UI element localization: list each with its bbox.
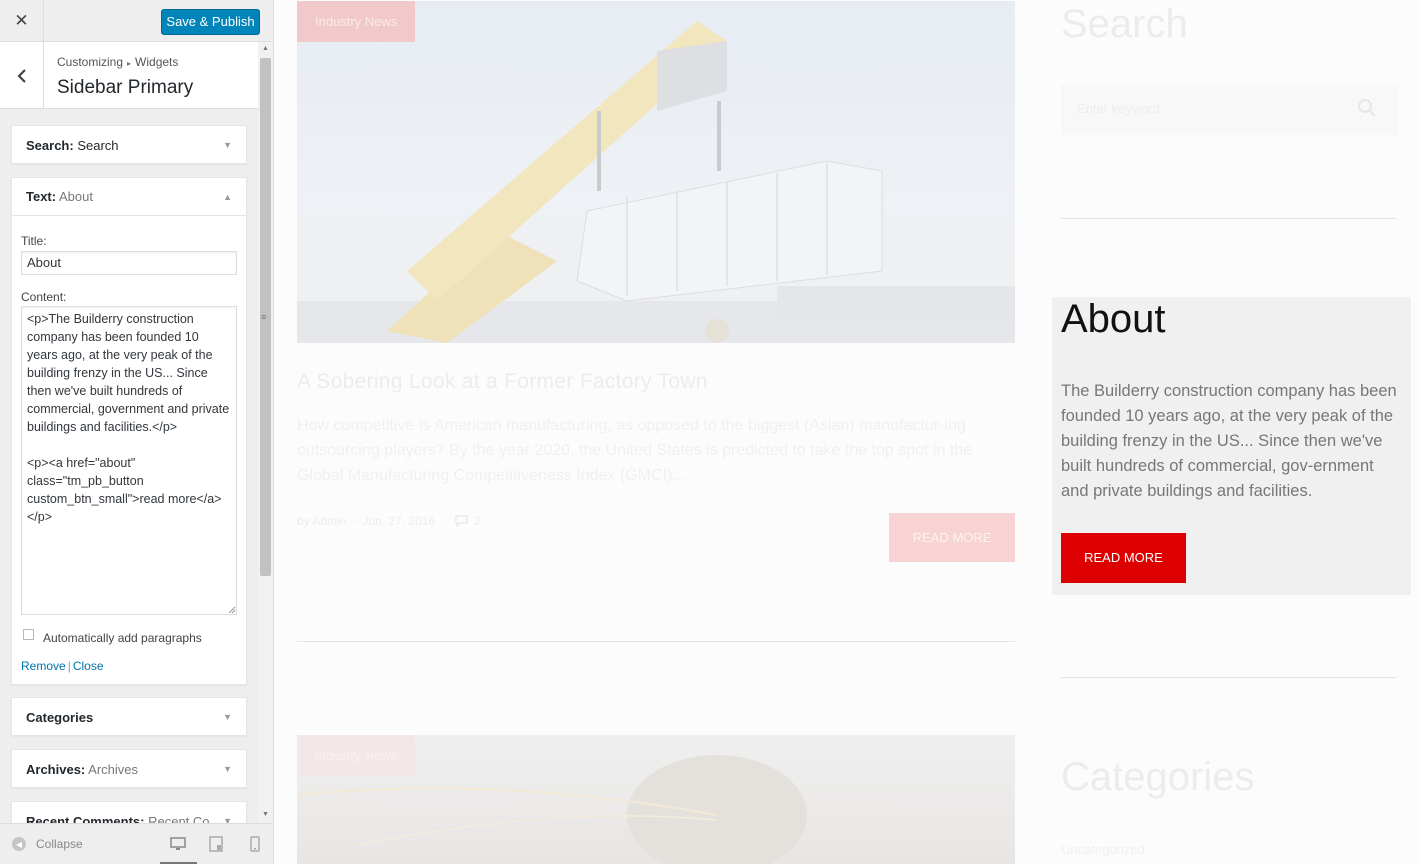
widget-categories-header[interactable]: Categories ▼ [12, 698, 246, 736]
resize-handle-icon[interactable] [228, 606, 236, 614]
widget-type: Search: [26, 137, 74, 153]
widget-recent-comments[interactable]: Recent Comments: Recent Co... ▼ [11, 801, 247, 823]
customizer-footer: ◀ Collapse [0, 823, 273, 864]
breadcrumb: Customizing ▸ Widgets [57, 55, 178, 69]
post2-featured-image[interactable]: Industry News [297, 735, 1015, 864]
widget-archives-header[interactable]: Archives: Archives ▼ [12, 750, 246, 788]
search-icon[interactable] [1357, 98, 1377, 118]
widget-type: Categories [26, 709, 94, 725]
customizer-header: ✕ Save & Publish [0, 0, 273, 42]
widget-actions: Remove | Close [21, 659, 104, 673]
collapse-button[interactable]: ◀ Collapse [12, 837, 83, 851]
meta-separator: - [352, 514, 357, 528]
widget-name: About [59, 189, 93, 204]
section-title: Sidebar Primary [57, 77, 194, 98]
widget-name: Archives [88, 761, 139, 777]
expand-arrow-icon[interactable]: ▼ [223, 712, 232, 722]
autop-checkbox[interactable] [23, 629, 34, 640]
category-tag[interactable]: Industry News [297, 735, 416, 776]
post-featured-image[interactable]: Industry News [297, 1, 1015, 343]
widget-type: Recent Comments: [26, 813, 145, 824]
site-preview: Industry News A Sobering Look at a Forme… [274, 0, 1419, 864]
customizer-scrollbar[interactable]: ▲ ≡ ▼ [258, 42, 273, 823]
category-tag[interactable]: Industry News [297, 1, 416, 42]
expand-arrow-icon[interactable]: ▼ [223, 816, 232, 823]
search-input[interactable]: Enter keyword [1077, 101, 1160, 116]
customizer-scroll-area: Customizing ▸ Widgets Sidebar Primary Sear… [0, 42, 258, 823]
section-header: Customizing ▸ Widgets Sidebar Primary [0, 42, 258, 109]
about-title: About [1061, 297, 1166, 341]
about-read-more-button[interactable]: READ MORE [1061, 533, 1186, 583]
widget-search-header[interactable]: Search: Search ▼ [12, 126, 246, 164]
scroll-up-arrow-icon[interactable]: ▲ [262, 45, 269, 52]
post-read-more-button[interactable]: READ MORE [889, 513, 1015, 562]
category-list-item[interactable]: Uncategorized [1061, 842, 1145, 857]
post-meta: by Admin - Jun. 27, 2016 2 [297, 514, 481, 528]
collapse-arrow-icon[interactable]: ▲ [223, 192, 232, 202]
scroll-down-arrow-icon[interactable]: ▼ [262, 811, 269, 818]
widget-type: Archives: [26, 761, 86, 777]
widget-text-about: Text: About ▲ Title: About Content: <p>T… [11, 177, 247, 685]
customizer-panel: ✕ Save & Publish Customizing ▸ Widgets Sid… [0, 0, 274, 864]
about-widget: About The Builderry construction company… [1052, 297, 1411, 595]
title-label: Title: [21, 234, 47, 248]
search-widget-title: Search [1061, 2, 1188, 46]
close-link[interactable]: Close [73, 659, 104, 673]
content-label: Content: [21, 290, 67, 304]
save-publish-button[interactable]: Save & Publish [161, 9, 260, 35]
sidebar-divider [1061, 677, 1397, 678]
crane-illustration [297, 21, 1015, 343]
categories-widget-title: Categories [1061, 755, 1255, 799]
close-icon[interactable]: ✕ [0, 0, 44, 42]
title-input[interactable]: About [21, 251, 237, 275]
desktop-preview-icon[interactable] [170, 836, 186, 852]
post-excerpt: How competitive is American manufacturin… [297, 417, 973, 484]
content-textarea[interactable]: <p>The Builderry construction company ha… [21, 306, 237, 615]
breadcrumb-separator-icon: ▸ [127, 59, 132, 68]
post-divider [297, 641, 1015, 642]
widget-type: Text: [26, 189, 57, 204]
comments-count[interactable]: 2 [455, 514, 481, 528]
sidebar-divider [1061, 218, 1397, 219]
separator: | [67, 659, 71, 673]
post-author[interactable]: by Admin [297, 514, 346, 528]
widget-name: Search [77, 137, 119, 153]
widget-archives[interactable]: Archives: Archives ▼ [11, 749, 247, 788]
about-text: The Builderry construction company has b… [1061, 382, 1397, 500]
expand-arrow-icon[interactable]: ▼ [223, 140, 232, 150]
widget-name: Recent Co... [148, 813, 221, 824]
remove-link[interactable]: Remove [21, 659, 66, 673]
autop-label: Automatically add paragraphs [43, 631, 202, 645]
widget-recent-comments-header[interactable]: Recent Comments: Recent Co... ▼ [12, 802, 246, 824]
comment-icon [455, 515, 468, 527]
breadcrumb-current: Widgets [135, 55, 179, 69]
widget-text-header[interactable]: Text: About ▲ [12, 178, 246, 216]
tablet-preview-icon[interactable] [208, 836, 224, 852]
back-chevron-icon[interactable] [0, 42, 44, 109]
post-date: Jun. 27, 2016 [362, 514, 436, 528]
search-box: Enter keyword [1061, 85, 1398, 135]
expand-arrow-icon[interactable]: ▼ [223, 764, 232, 774]
post-title[interactable]: A Sobering Look at a Former Factory Town [297, 370, 708, 394]
widget-search[interactable]: Search: Search ▼ [11, 125, 247, 164]
breadcrumb-parent: Customizing [57, 55, 124, 69]
scrollbar-grip-icon: ≡ [261, 312, 267, 322]
comments-number: 2 [474, 514, 481, 528]
collapse-label: Collapse [36, 837, 83, 851]
collapse-arrow-icon: ◀ [12, 837, 26, 851]
widget-categories[interactable]: Categories ▼ [11, 697, 247, 736]
mobile-preview-icon[interactable] [247, 836, 263, 852]
